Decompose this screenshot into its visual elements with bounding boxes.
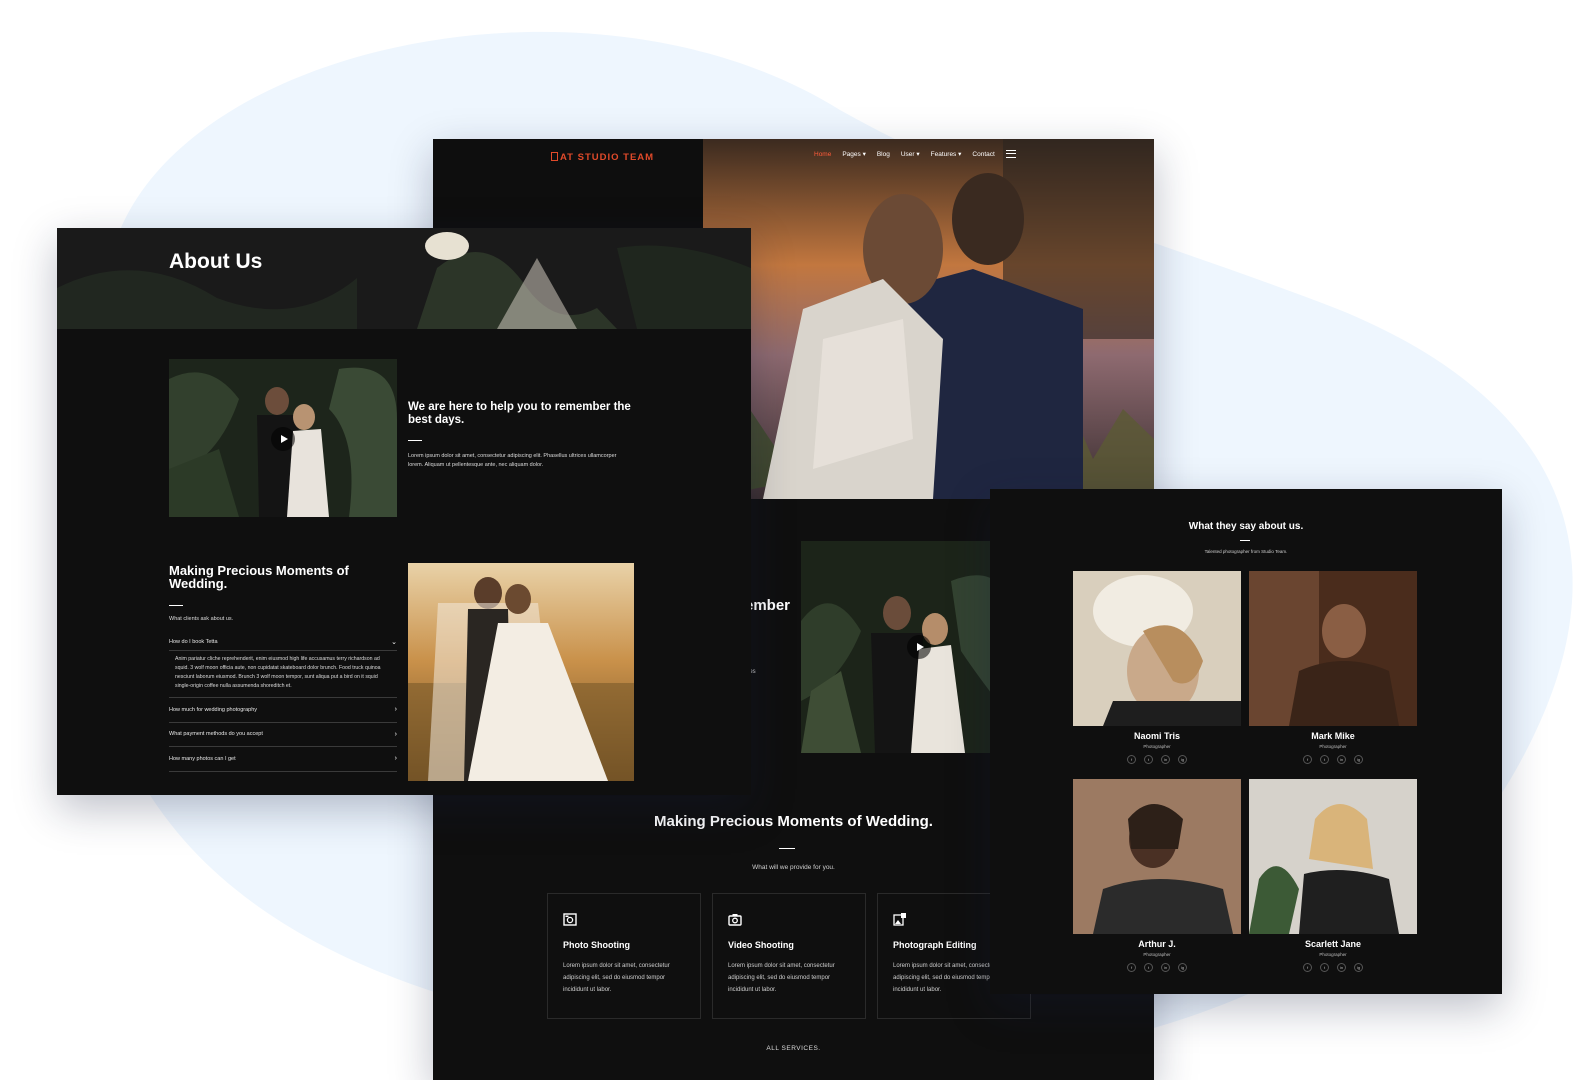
faq-answer: Anim pariatur cliche reprehenderit, enim…	[169, 651, 397, 698]
social-links: f t in ig	[1073, 963, 1241, 972]
facebook-icon[interactable]: f	[1127, 963, 1136, 972]
instagram-icon[interactable]: ig	[1178, 963, 1187, 972]
video-thumbnail[interactable]	[801, 541, 1013, 753]
service-card-photo[interactable]: Photo Shooting Lorem ipsum dolor sit ame…	[547, 893, 701, 1019]
twitter-icon[interactable]: t	[1320, 963, 1329, 972]
service-text: Lorem ipsum dolor sit amet, consectetur …	[728, 963, 835, 993]
service-title: Video Shooting	[728, 940, 794, 950]
facebook-icon[interactable]: f	[1303, 963, 1312, 972]
twitter-icon[interactable]: t	[1144, 755, 1153, 764]
moments-divider	[169, 605, 183, 606]
faq-question-label: How do I book Tetta	[169, 638, 218, 645]
instagram-icon[interactable]: ig	[1178, 755, 1187, 764]
member-name: Naomi Tris	[1133, 731, 1180, 741]
faq-question-label: What payment methods do you accept	[169, 731, 263, 738]
linkedin-icon[interactable]: in	[1337, 755, 1346, 764]
team-member-card[interactable]: Mark Mike Photographer f t in ig	[1249, 571, 1417, 764]
social-links: f t in ig	[1249, 963, 1417, 972]
member-role: Photographer	[1143, 952, 1171, 957]
menu-icon[interactable]	[1005, 150, 1016, 158]
social-links: f t in ig	[1073, 755, 1241, 764]
play-icon[interactable]	[907, 635, 931, 659]
team-subtitle: Talented photographer from Studio Team.	[1204, 549, 1288, 554]
member-role: Photographer	[1319, 952, 1347, 957]
team-divider	[1240, 540, 1250, 541]
social-links: f t in ig	[1249, 755, 1417, 764]
image-edit-icon	[893, 913, 906, 926]
instagram-icon[interactable]: ig	[1354, 755, 1363, 764]
twitter-icon[interactable]: t	[1320, 755, 1329, 764]
moments-heading: Making Precious Moments of Wedding.	[169, 563, 349, 591]
nav-blog[interactable]: Blog	[877, 151, 890, 158]
main-navigation: Home Pages ▾ Blog User ▾ Features ▾ Cont…	[814, 150, 1016, 158]
about-banner-image	[57, 228, 751, 329]
member-photo	[1249, 779, 1417, 934]
team-member-card[interactable]: Scarlett Jane Photographer f t in ig	[1249, 779, 1417, 972]
linkedin-icon[interactable]: in	[1337, 963, 1346, 972]
nav-home[interactable]: Home	[814, 151, 831, 158]
chevron-right-icon: ›	[394, 706, 397, 714]
linkedin-icon[interactable]: in	[1161, 755, 1170, 764]
logo-prefix: AT	[560, 152, 574, 163]
help-text: Lorem ipsum dolor sit amet, consectetur …	[408, 453, 617, 468]
team-page-preview: What they say about us. Talented photogr…	[990, 489, 1502, 994]
play-icon[interactable]	[271, 427, 295, 451]
all-services-link[interactable]: ALL SERVICES.	[433, 1045, 1154, 1052]
help-divider	[408, 440, 422, 441]
service-text: Lorem ipsum dolor sit amet, consectetur …	[563, 963, 670, 993]
hero-couple-image	[703, 139, 1154, 499]
nav-features[interactable]: Features ▾	[931, 150, 962, 158]
team-member-card[interactable]: Arthur J. Photographer f t in ig	[1073, 779, 1241, 972]
facebook-icon[interactable]: f	[1303, 755, 1312, 764]
logo-name: STUDIO TEAM	[577, 152, 655, 163]
member-photo	[1073, 779, 1241, 934]
showcase-stage: AT STUDIO TEAM Home Pages ▾ Blog User ▾ …	[0, 0, 1580, 1080]
site-logo[interactable]: AT STUDIO TEAM	[551, 152, 654, 163]
faq-accordion: How do I book Tetta ⌄ Anim pariatur clic…	[169, 633, 397, 772]
member-role: Photographer	[1319, 744, 1347, 749]
nav-user[interactable]: User ▾	[901, 150, 920, 158]
member-name: Arthur J.	[1138, 939, 1176, 949]
about-video-thumbnail[interactable]	[169, 359, 397, 517]
member-name: Mark Mike	[1311, 731, 1355, 741]
linkedin-icon[interactable]: in	[1161, 963, 1170, 972]
chevron-down-icon: ⌄	[391, 638, 397, 646]
instagram-icon[interactable]: ig	[1354, 963, 1363, 972]
help-heading: We are here to help you to remember the …	[408, 401, 631, 426]
service-card-video[interactable]: Video Shooting Lorem ipsum dolor sit ame…	[712, 893, 866, 1019]
moments-subtitle: What clients ask about us.	[169, 616, 234, 622]
partial-heading: ember	[745, 597, 791, 614]
member-photo	[1249, 571, 1417, 726]
faq-question-label: How many photos can I get	[169, 755, 236, 762]
faq-question[interactable]: How do I book Tetta ⌄	[169, 633, 397, 651]
wedding-couple-image	[408, 563, 634, 781]
member-name: Scarlett Jane	[1304, 939, 1362, 949]
camera-icon	[728, 914, 742, 926]
faq-question[interactable]: What payment methods do you accept ›	[169, 723, 397, 747]
chevron-right-icon: ›	[394, 755, 397, 763]
twitter-icon[interactable]: t	[1144, 963, 1153, 972]
team-member-card[interactable]: Naomi Tris Photographer f t in ig	[1073, 571, 1241, 764]
nav-contact[interactable]: Contact	[972, 151, 994, 158]
faq-question-label: How much for wedding photography	[169, 706, 258, 713]
facebook-icon[interactable]: f	[1127, 755, 1136, 764]
nav-pages[interactable]: Pages ▾	[842, 150, 866, 158]
services-divider	[779, 848, 795, 849]
faq-question[interactable]: How much for wedding photography ›	[169, 698, 397, 723]
member-role: Photographer	[1143, 744, 1171, 749]
about-title: About Us	[169, 250, 263, 273]
service-title: Photo Shooting	[563, 940, 630, 950]
chevron-right-icon: ›	[394, 730, 397, 738]
member-photo	[1073, 571, 1241, 726]
faq-question[interactable]: How many photos can I get ›	[169, 747, 397, 772]
team-heading: What they say about us.	[1188, 521, 1304, 532]
photo-camera-icon	[563, 913, 577, 926]
about-page-preview: About Us We are here to help you to reme…	[57, 228, 751, 795]
logo-icon	[551, 152, 558, 161]
